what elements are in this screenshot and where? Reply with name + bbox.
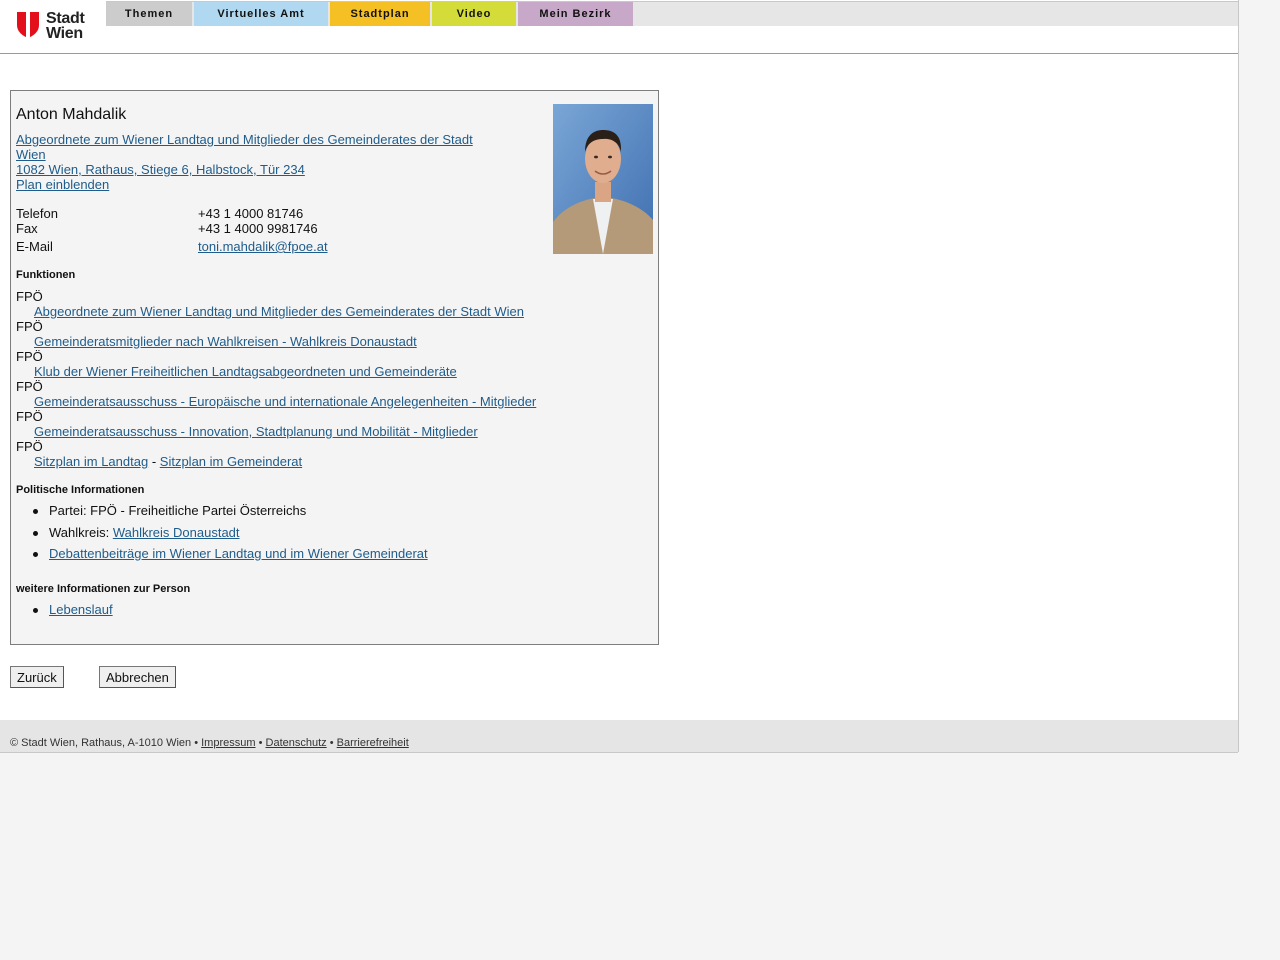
address-link[interactable]: 1082 Wien, Rathaus, Stiege 6, Halbstock,… [16,162,305,177]
nav-tab-video[interactable]: Video [432,2,516,26]
sitzplan-links: Sitzplan im Landtag - Sitzplan im Gemein… [34,454,302,469]
datenschutz-link[interactable]: Datenschutz [266,737,327,749]
bullet [33,608,38,613]
contact-label-email: E-Mail [16,239,53,254]
wahlkreis-info: Wahlkreis: Wahlkreis Donaustadt [49,525,240,540]
plan-einblenden-link[interactable]: Plan einblenden [16,177,109,192]
footer-separator: • [194,737,199,749]
function-party: FPÖ [16,289,43,304]
function-link-landtag-gemeinderat[interactable]: Abgeordnete zum Wiener Landtag und Mitgl… [34,304,524,319]
function-link-ausschuss-innovation[interactable]: Gemeinderatsausschuss - Innovation, Stad… [34,424,478,439]
sitzplan-gemeinderat-link[interactable]: Sitzplan im Gemeinderat [160,454,302,469]
function-party: FPÖ [16,439,43,454]
nav-tab-themen[interactable]: Themen [106,2,192,26]
nav-tab-stadtplan[interactable]: Stadtplan [330,2,430,26]
function-party: FPÖ [16,409,43,424]
cancel-button[interactable]: Abbrechen [99,666,176,688]
nav-tab-mein-bezirk[interactable]: Mein Bezirk [518,2,633,26]
wahlkreis-label: Wahlkreis: [49,525,110,540]
email-link[interactable]: toni.mahdalik@fpoe.at [198,239,328,254]
function-link-ausschuss-europa[interactable]: Gemeinderatsausschuss - Europäische und … [34,394,536,409]
person-detail-box: Anton Mahdalik Abgeordnete zum Wiener La… [10,90,659,645]
bullet [33,509,38,514]
page: Stadt Wien Themen Virtuelles Amt Stadtpl… [0,0,1239,753]
back-button[interactable]: Zurück [10,666,64,688]
sitzplan-separator: - [151,454,157,469]
function-party: FPÖ [16,319,43,334]
bullet [33,531,38,536]
function-party: FPÖ [16,379,43,394]
barrierefreiheit-link[interactable]: Barrierefreiheit [337,737,409,749]
funktionen-heading: Funktionen [16,269,76,281]
contact-label-fax: Fax [16,221,38,236]
role-link-line1[interactable]: Abgeordnete zum Wiener Landtag und Mitgl… [16,132,473,147]
role-link-line2[interactable]: Wien [16,147,46,162]
impressum-link[interactable]: Impressum [201,737,255,749]
weitere-informationen-heading: weitere Informationen zur Person [16,583,191,595]
nav-tab-virtuelles-amt[interactable]: Virtuelles Amt [194,2,328,26]
person-name: Anton Mahdalik [16,106,127,123]
bullet [33,552,38,557]
footer-separator: • [329,737,334,749]
footer-copyright: © Stadt Wien, Rathaus, A-1010 Wien [10,737,192,749]
function-link-wahlkreis[interactable]: Gemeinderatsmitglieder nach Wahlkreisen … [34,334,417,349]
wien-shield-icon [17,12,39,39]
site-footer: © Stadt Wien, Rathaus, A-1010 Wien • Imp… [0,720,1238,753]
sitzplan-landtag-link[interactable]: Sitzplan im Landtag [34,454,148,469]
main-navigation: Themen Virtuelles Amt Stadtplan Video Me… [106,1,1238,26]
stadt-wien-logo[interactable]: Stadt Wien [16,9,96,43]
politische-informationen-heading: Politische Informationen [16,484,145,496]
wahlkreis-link[interactable]: Wahlkreis Donaustadt [113,525,240,540]
site-header: Stadt Wien Themen Virtuelles Amt Stadtpl… [0,0,1238,54]
contact-value-telefon: +43 1 4000 81746 [198,206,304,221]
partei-info: Partei: FPÖ - Freiheitliche Partei Öster… [49,503,307,518]
footer-separator: • [258,737,263,749]
footer-text: © Stadt Wien, Rathaus, A-1010 Wien • Imp… [10,737,409,749]
lebenslauf-link[interactable]: Lebenslauf [49,602,113,617]
contact-value-fax: +43 1 4000 9981746 [198,221,318,236]
logo-text-wien: Wien [46,25,83,42]
person-photo [553,104,653,254]
function-link-klub[interactable]: Klub der Wiener Freiheitlichen Landtagsa… [34,364,457,379]
function-party: FPÖ [16,349,43,364]
contact-label-telefon: Telefon [16,206,58,221]
debattenbeitraege-link[interactable]: Debattenbeiträge im Wiener Landtag und i… [49,546,428,561]
